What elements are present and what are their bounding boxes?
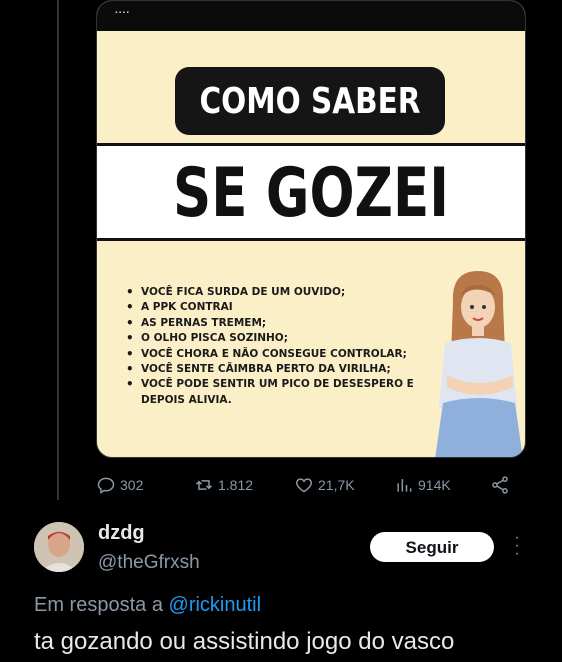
like-button[interactable]: 21,7K: [294, 472, 355, 498]
image-title-line1: COMO SABER: [199, 81, 421, 122]
bullet-item: VOCÊ CHORA E NÃO CONSEGUE CONTROLAR;: [123, 347, 443, 363]
repost-count: 1.812: [218, 477, 254, 493]
image-title-line2: SE GOZEI: [173, 154, 449, 233]
title-band: SE GOZEI: [97, 143, 525, 241]
post-action-bar: 302 1.812 21,7K 914K: [96, 472, 526, 498]
reply-author-name[interactable]: dzdg: [98, 522, 145, 545]
woman-illustration: [435, 271, 523, 457]
bullet-item: VOCÊ FICA SURDA DE UM OUVIDO;: [123, 285, 443, 301]
image-top-dots: ....: [115, 5, 131, 16]
share-icon: [492, 476, 508, 494]
reply-text: ta gozando ou assistindo jogo do vasco: [34, 628, 455, 655]
bullet-item: AS PERNAS TREMEM;: [123, 316, 443, 332]
views-count: 914K: [418, 477, 451, 493]
reply-button[interactable]: 302: [96, 472, 143, 498]
bullet-item: VOCÊ SENTE CÃIMBRA PERTO DA VIRILHA;: [123, 362, 443, 378]
bullet-list: VOCÊ FICA SURDA DE UM OUVIDO; A PPK CONT…: [123, 285, 443, 408]
title-pill: COMO SABER: [175, 67, 445, 135]
like-count: 21,7K: [318, 477, 355, 493]
post-image[interactable]: .... COMO SABER SE GOZEI VOCÊ FICA SURDA…: [96, 0, 526, 458]
thread-line: [57, 0, 59, 500]
avatar-photo: [34, 522, 84, 572]
reply-author-handle[interactable]: @theGfrxsh: [98, 552, 200, 574]
views-button[interactable]: 914K: [394, 472, 451, 498]
image-top-bar: ....: [97, 1, 525, 31]
reply-count: 302: [120, 477, 144, 493]
reply-icon: [97, 477, 115, 494]
views-chart-icon: [397, 479, 412, 492]
in-reply-to: Em resposta a @rickinutil: [34, 594, 261, 617]
in-reply-mention-link[interactable]: @rickinutil: [169, 594, 262, 616]
share-button[interactable]: [490, 472, 510, 498]
avatar[interactable]: [34, 522, 84, 572]
in-reply-prefix: Em resposta a: [34, 594, 169, 616]
bullet-item: A PPK CONTRAI: [123, 300, 443, 316]
bullet-item: O OLHO PISCA SOZINHO;: [123, 331, 443, 347]
heart-icon: [295, 478, 313, 493]
repost-button[interactable]: 1.812: [194, 472, 253, 498]
bullet-item: VOCÊ PODE SENTIR UM PICO DE DESESPERO E …: [123, 377, 443, 408]
follow-button[interactable]: Seguir: [370, 532, 494, 562]
repost-icon: [195, 480, 213, 490]
more-options-icon[interactable]: · · ·: [512, 530, 522, 562]
